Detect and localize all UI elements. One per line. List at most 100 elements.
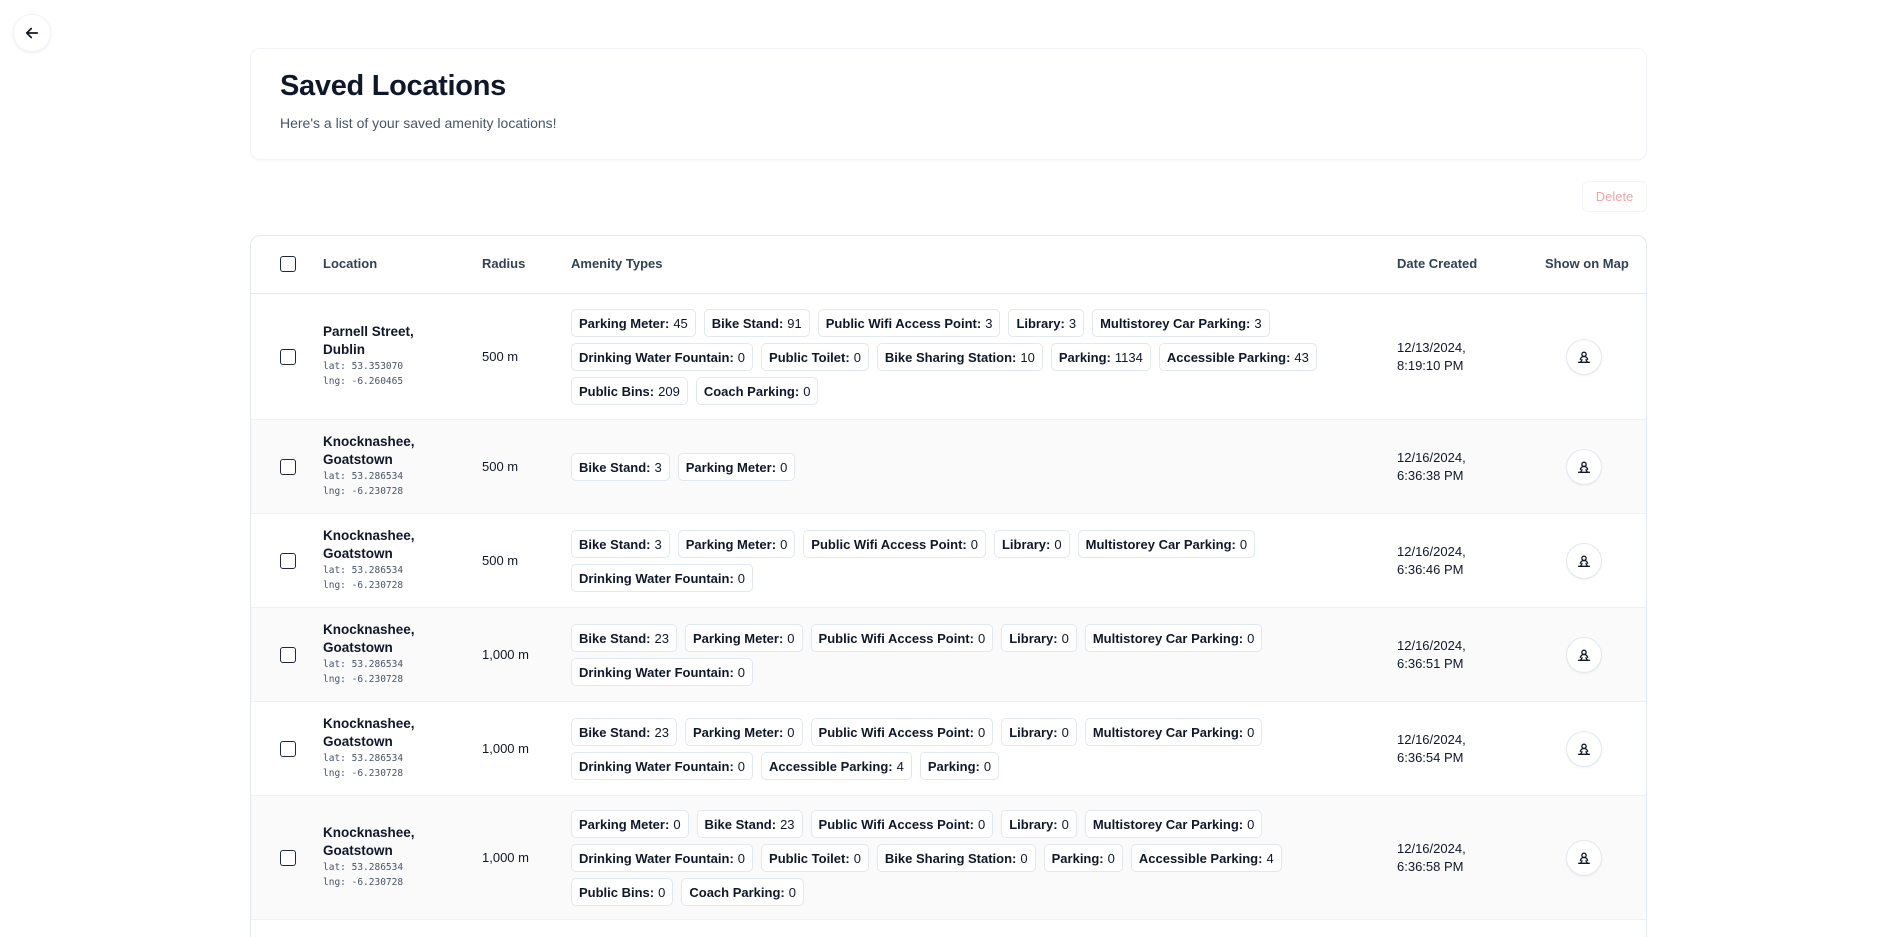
amenity-chip: Library: 0 xyxy=(1001,810,1077,838)
amenity-list: Bike Stand: 3 Parking Meter: 0 xyxy=(571,453,1371,481)
amenity-chip: Parking Meter: 0 xyxy=(571,810,689,838)
date-value: 12/16/2024, xyxy=(1397,841,1466,856)
location-lat: lat: 53.353070 xyxy=(323,361,404,372)
location-lng: lng: -6.230728 xyxy=(323,674,404,685)
amenity-chip: Parking Meter: 0 xyxy=(684,624,803,652)
amenity-type: Drinking Water Fountain: xyxy=(579,570,734,586)
amenity-type: Drinking Water Fountain: xyxy=(579,664,734,680)
amenity-count: 0 xyxy=(977,724,986,740)
amenity-count: 0 xyxy=(1247,724,1255,740)
amenity-count: 0 xyxy=(1054,536,1062,552)
amenity-count: 23 xyxy=(654,724,669,740)
amenity-type: Parking Meter: xyxy=(692,630,784,646)
amenity-type: Parking: xyxy=(1051,850,1104,866)
time-value: 6:36:54 PM xyxy=(1397,750,1464,765)
time-value: 6:36:51 PM xyxy=(1397,656,1464,671)
amenity-type: Accessible Parking: xyxy=(769,758,893,774)
amenity-count: 3 xyxy=(654,536,662,552)
row-select-checkbox[interactable] xyxy=(280,850,296,866)
location-cell: Parnell Street, Dublin lat: 53.353070 lng:… xyxy=(323,323,433,389)
table-body: Parnell Street, Dublin lat: 53.353070 lng:… xyxy=(251,294,1646,920)
show-on-map-button[interactable] xyxy=(1566,543,1602,579)
show-on-map-button[interactable] xyxy=(1566,637,1602,673)
amenity-type: Multistorey Car Parking: xyxy=(1092,816,1244,832)
amenity-type: Public Wifi Access Point: xyxy=(818,816,974,832)
amenity-count: 0 xyxy=(853,349,861,365)
amenity-count: 0 xyxy=(737,570,746,586)
date-created: 12/16/2024, 6:36:54 PM xyxy=(1397,731,1466,767)
amenity-type: Public Toilet: xyxy=(769,349,850,365)
amenity-count: 0 xyxy=(1247,630,1255,646)
location-lat: lat: 53.286534 xyxy=(323,862,404,873)
amenity-count: 1134 xyxy=(1114,349,1143,365)
location-name: Knocknashee, Goatstown xyxy=(323,622,415,655)
page-title: Saved Locations xyxy=(280,70,506,102)
amenity-type: Parking: xyxy=(927,758,980,774)
show-on-map-button[interactable] xyxy=(1566,449,1602,485)
table-row: Knocknashee, Goatstown lat: 53.286534 lng:… xyxy=(251,608,1646,702)
row-select-checkbox[interactable] xyxy=(280,553,296,569)
amenity-type: Library: xyxy=(1009,630,1058,646)
amenity-type: Parking Meter: xyxy=(579,816,670,832)
amenity-count: 0 xyxy=(788,884,796,900)
radius-value: 1,000 m xyxy=(482,850,529,865)
page-header-card: Saved Locations Here's a list of your sa… xyxy=(250,48,1647,160)
map-pin-user-icon xyxy=(1578,743,1590,755)
amenity-type: Coach Parking: xyxy=(689,884,785,900)
amenity-count: 0 xyxy=(673,816,681,832)
show-on-map-button[interactable] xyxy=(1566,339,1602,375)
select-all-checkbox[interactable] xyxy=(280,256,296,272)
amenity-count: 4 xyxy=(896,758,904,774)
column-header-radius: Radius xyxy=(482,256,526,271)
location-lng: lng: -6.230728 xyxy=(323,877,404,888)
table-row: Parnell Street, Dublin lat: 53.353070 lng:… xyxy=(251,294,1646,420)
delete-button[interactable]: Delete xyxy=(1582,181,1647,212)
amenity-chip: Library: 0 xyxy=(993,530,1070,558)
row-select-checkbox[interactable] xyxy=(280,349,296,365)
show-on-map-button[interactable] xyxy=(1566,731,1602,767)
saved-locations-table: Location Radius Amenity Types Date Creat… xyxy=(250,235,1647,937)
amenity-type: Library: xyxy=(1009,816,1058,832)
amenity-type: Drinking Water Fountain: xyxy=(579,758,734,774)
row-select-checkbox[interactable] xyxy=(280,459,296,475)
amenity-type: Accessible Parking: xyxy=(1166,349,1291,365)
amenity-chip: Drinking Water Fountain: 0 xyxy=(571,658,754,686)
amenity-chip: Drinking Water Fountain: 0 xyxy=(571,343,754,371)
show-on-map-button[interactable] xyxy=(1566,840,1602,876)
amenity-chip: Parking Meter: 0 xyxy=(684,718,803,746)
row-select-checkbox[interactable] xyxy=(280,741,296,757)
date-created: 12/16/2024, 6:36:51 PM xyxy=(1397,637,1466,673)
amenity-count: 0 xyxy=(780,459,788,475)
amenity-chip: Bike Stand: 23 xyxy=(571,624,677,652)
map-pin-user-icon xyxy=(1578,351,1590,363)
column-header-location: Location xyxy=(323,256,378,271)
amenity-type: Bike Sharing Station: xyxy=(884,850,1017,866)
row-select-checkbox[interactable] xyxy=(280,647,296,663)
location-cell: Knocknashee, Goatstown lat: 53.286534 lng:… xyxy=(323,824,433,890)
amenity-count: 0 xyxy=(737,758,746,774)
amenity-chip: Parking Meter: 45 xyxy=(571,309,696,337)
amenity-type: Coach Parking: xyxy=(703,383,800,399)
amenity-count: 3 xyxy=(985,315,993,331)
amenity-type: Bike Stand: xyxy=(579,459,651,475)
amenity-chip: Multistorey Car Parking: 0 xyxy=(1077,530,1256,558)
amenity-type: Parking Meter: xyxy=(579,315,670,331)
amenity-count: 0 xyxy=(787,630,795,646)
back-button[interactable] xyxy=(13,14,51,52)
amenity-count: 0 xyxy=(737,664,746,680)
amenity-chip: Bike Stand: 91 xyxy=(703,309,810,337)
amenity-type: Drinking Water Fountain: xyxy=(579,349,734,365)
amenity-type: Multistorey Car Parking: xyxy=(1092,724,1244,740)
amenity-count: 0 xyxy=(1061,630,1069,646)
amenity-type: Public Toilet: xyxy=(769,850,850,866)
amenity-count: 209 xyxy=(658,383,680,399)
location-name: Knocknashee, Goatstown xyxy=(323,528,415,561)
arrow-left-icon xyxy=(25,27,39,39)
amenity-count: 23 xyxy=(654,630,669,646)
location-lat: lat: 53.286534 xyxy=(323,659,404,670)
map-pin-user-icon xyxy=(1578,461,1590,473)
amenity-type: Public Bins: xyxy=(579,383,655,399)
amenity-type: Public Wifi Access Point: xyxy=(818,724,974,740)
amenity-chip: Bike Stand: 23 xyxy=(696,810,803,838)
amenity-chip: Parking Meter: 0 xyxy=(677,453,796,481)
